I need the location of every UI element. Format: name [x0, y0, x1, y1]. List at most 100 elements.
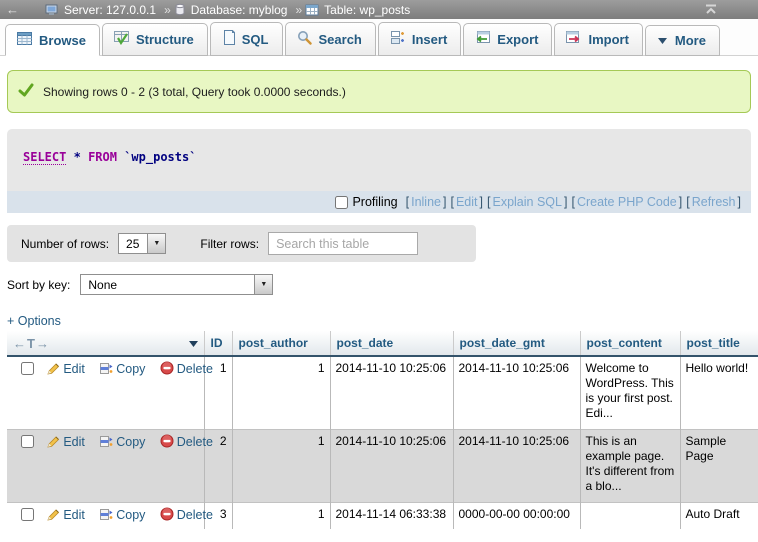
sort-by-key-select[interactable]: None ▼	[80, 274, 273, 295]
refresh-link[interactable]: Refresh	[692, 195, 736, 209]
sql-actions-bar: Profiling [Inline] [Edit] [Explain SQL] …	[7, 191, 751, 213]
header-post-author[interactable]: post_author	[232, 331, 330, 356]
bracket: ]	[564, 195, 567, 209]
sql-select-keyword: SELECT	[23, 150, 66, 165]
status-message: Showing rows 0 - 2 (3 total, Query took …	[7, 70, 751, 113]
cell-post-content	[580, 502, 680, 529]
delete-link[interactable]: Delete	[160, 362, 213, 376]
tab-bar: Browse Structure SQL Search Insert Expor…	[0, 19, 758, 56]
sql-star: *	[74, 150, 81, 164]
cell-post-author: 1	[232, 429, 330, 502]
copy-link[interactable]: Copy	[99, 508, 145, 522]
sql-query-text: SELECT * FROM `wp_posts`	[7, 129, 751, 191]
header-actions: ←T→	[7, 331, 204, 356]
cell-post-date: 2014-11-10 10:25:06	[330, 356, 453, 429]
edit-link[interactable]: Edit	[47, 508, 85, 522]
sort-row: Sort by key: None ▼	[7, 273, 758, 296]
tab-more[interactable]: More	[645, 25, 720, 56]
edit-link[interactable]: Edit	[47, 362, 85, 376]
server-icon	[45, 4, 59, 16]
breadcrumb: ← Server: 127.0.0.1 » Database: myblog »…	[0, 0, 758, 19]
header-post-content[interactable]: post_content	[580, 331, 680, 356]
success-check-icon	[18, 83, 34, 100]
options-link[interactable]: + Options	[7, 314, 758, 328]
cell-post-date: 2014-11-14 06:33:38	[330, 502, 453, 529]
breadcrumb-table-label: Table: wp_posts	[324, 3, 410, 17]
explain-sql-link[interactable]: Explain SQL	[492, 195, 561, 209]
delete-link[interactable]: Delete	[160, 435, 213, 449]
cell-post-date-gmt: 2014-11-10 10:25:06	[453, 429, 580, 502]
table-row: Edit Copy Delete 1 1 2014-11-10 10:25:06…	[7, 356, 758, 429]
collapse-panel-icon[interactable]	[704, 4, 718, 18]
sql-icon	[222, 30, 235, 48]
bracket: [	[487, 195, 490, 209]
breadcrumb-database[interactable]: Database: myblog	[174, 3, 288, 17]
bracket: [	[450, 195, 453, 209]
edit-query-link[interactable]: Edit	[456, 195, 478, 209]
tab-export[interactable]: Export	[463, 23, 552, 56]
header-id[interactable]: ID	[204, 331, 232, 356]
copy-link[interactable]: Copy	[99, 362, 145, 376]
copy-icon	[99, 434, 113, 452]
column-move-icon[interactable]: ←T→	[13, 336, 50, 351]
table-row: Edit Copy Delete 3 1 2014-11-14 06:33:38…	[7, 502, 758, 529]
copy-link[interactable]: Copy	[99, 435, 145, 449]
cell-post-date-gmt: 0000-00-00 00:00:00	[453, 502, 580, 529]
inline-link[interactable]: Inline	[411, 195, 441, 209]
header-post-date-gmt[interactable]: post_date_gmt	[453, 331, 580, 356]
tab-structure[interactable]: Structure	[102, 23, 208, 56]
row-checkbox[interactable]	[21, 435, 34, 448]
breadcrumb-separator: »	[164, 3, 171, 17]
sql-query-box: SELECT * FROM `wp_posts` Profiling [ Inli…	[7, 129, 751, 213]
cell-post-title: Sample Page	[680, 429, 758, 502]
breadcrumb-server-label: Server: 127.0.0.1	[64, 3, 156, 17]
tab-search-label: Search	[319, 32, 362, 47]
copy-icon	[99, 361, 113, 379]
delete-link[interactable]: Delete	[160, 508, 213, 522]
delete-icon	[160, 507, 174, 525]
tab-more-label: More	[675, 33, 706, 48]
status-message-text: Showing rows 0 - 2 (3 total, Query took …	[43, 85, 346, 99]
number-of-rows-select[interactable]: 25 ▼	[118, 233, 166, 254]
tab-export-label: Export	[497, 32, 538, 47]
tab-search[interactable]: Search	[285, 22, 376, 56]
edit-link[interactable]: Edit	[47, 435, 85, 449]
back-arrow-icon[interactable]: ←	[6, 3, 19, 16]
browse-icon	[17, 32, 32, 48]
table-body: Edit Copy Delete 1 1 2014-11-10 10:25:06…	[7, 356, 758, 529]
profiling-label: Profiling	[352, 195, 397, 209]
cell-post-content: Welcome to WordPress. This is your first…	[580, 356, 680, 429]
sort-by-key-value: None	[81, 275, 254, 294]
pencil-icon	[47, 508, 60, 525]
table-row: Edit Copy Delete 2 1 2014-11-10 10:25:06…	[7, 429, 758, 502]
delete-icon	[160, 361, 174, 379]
row-checkbox[interactable]	[21, 508, 34, 521]
database-icon	[174, 3, 186, 16]
sql-from-keyword: FROM	[88, 150, 117, 164]
breadcrumb-server[interactable]: Server: 127.0.0.1	[45, 3, 156, 17]
row-checkbox[interactable]	[21, 362, 34, 375]
tab-sql[interactable]: SQL	[210, 22, 283, 56]
bracket: ]	[443, 195, 446, 209]
filter-rows-input[interactable]	[268, 232, 418, 255]
header-post-date[interactable]: post_date	[330, 331, 453, 356]
header-post-title[interactable]: post_title	[680, 331, 758, 356]
row-actions: Edit Copy Delete	[7, 502, 204, 529]
bracket: ]	[480, 195, 483, 209]
profiling-checkbox[interactable]	[335, 196, 348, 209]
cell-post-date-gmt: 2014-11-10 10:25:06	[453, 356, 580, 429]
insert-icon	[390, 30, 405, 48]
number-of-rows-label: Number of rows:	[21, 237, 109, 251]
create-php-code-link[interactable]: Create PHP Code	[577, 195, 677, 209]
tab-import[interactable]: Import	[554, 23, 642, 56]
tab-structure-label: Structure	[136, 32, 194, 47]
sort-menu-icon[interactable]	[189, 336, 198, 350]
structure-icon	[114, 31, 129, 48]
row-actions: Edit Copy Delete	[7, 356, 204, 429]
tab-insert[interactable]: Insert	[378, 22, 461, 56]
pencil-icon	[47, 435, 60, 452]
tab-insert-label: Insert	[412, 32, 447, 47]
breadcrumb-table[interactable]: Table: wp_posts	[305, 3, 410, 17]
cell-post-title: Auto Draft	[680, 502, 758, 529]
tab-browse[interactable]: Browse	[5, 24, 100, 56]
